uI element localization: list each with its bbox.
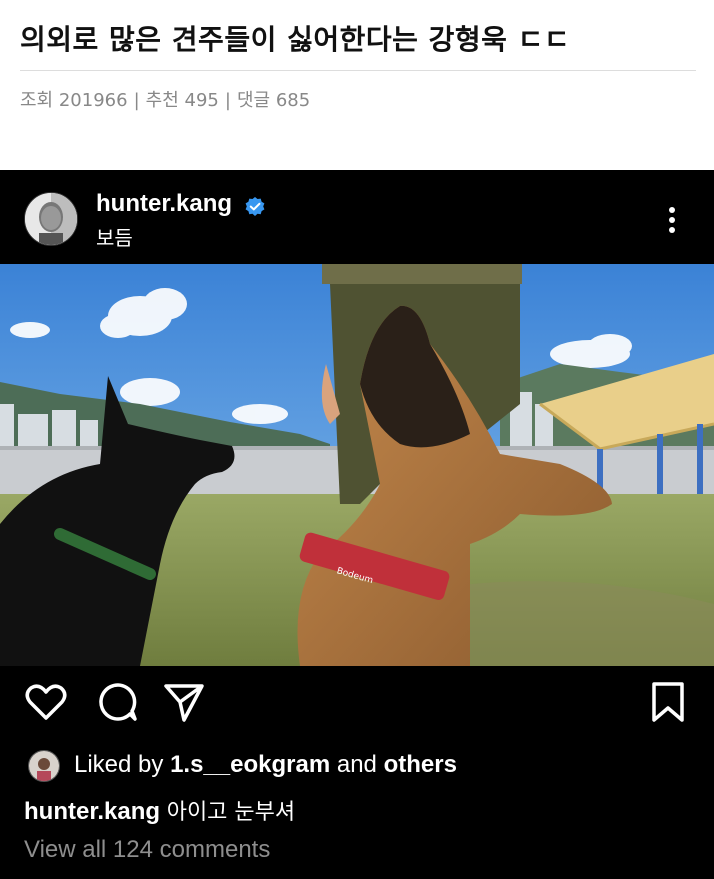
- article-title: 의외로 많은 견주들이 싫어한다는 강형욱 ㄷㄷ: [20, 23, 571, 56]
- comments-count: 685: [275, 90, 311, 111]
- article-meta: 조회 201966 | 추천 495 | 댓글 685: [20, 86, 310, 112]
- more-vertical-icon[interactable]: [660, 204, 684, 236]
- bookmark-icon[interactable]: [646, 680, 690, 724]
- liked-by-prefix: Liked by: [74, 751, 164, 778]
- views-count: 201966: [58, 90, 128, 111]
- liked-by-others[interactable]: others: [384, 751, 457, 778]
- recommend-label: 추천: [145, 90, 179, 111]
- meta-separator: |: [224, 90, 231, 111]
- liked-by-user[interactable]: 1.s__eokgram: [170, 751, 330, 778]
- recommend-count: 495: [184, 90, 219, 111]
- title-divider: [20, 70, 696, 71]
- verified-badge-icon: [244, 196, 266, 218]
- profile-avatar[interactable]: [24, 192, 78, 246]
- post-caption: hunter.kang 아이고 눈부셔: [24, 794, 295, 826]
- post-header: hunter.kang 보듬: [0, 170, 714, 264]
- instagram-post: hunter.kang 보듬 Bodeum Liked by 1.s__eokg…: [0, 170, 714, 879]
- send-icon[interactable]: [162, 680, 206, 724]
- post-location[interactable]: 보듬: [96, 222, 133, 251]
- post-photo[interactable]: Bodeum: [0, 264, 714, 666]
- liker-avatar[interactable]: [28, 750, 60, 782]
- view-comments-link[interactable]: View all 124 comments: [24, 836, 270, 864]
- meta-separator: |: [133, 90, 140, 111]
- comments-label: 댓글: [236, 90, 271, 111]
- post-username[interactable]: hunter.kang: [96, 190, 232, 218]
- comment-icon[interactable]: [96, 680, 140, 724]
- post-actions: [0, 680, 714, 730]
- liked-by-text: Liked by 1.s__eokgram and others: [74, 751, 457, 779]
- likes-row: Liked by 1.s__eokgram and others: [28, 748, 708, 784]
- views-label: 조회: [20, 90, 54, 111]
- caption-text: 아이고 눈부셔: [166, 800, 296, 825]
- heart-icon[interactable]: [24, 680, 68, 724]
- caption-username[interactable]: hunter.kang: [24, 798, 160, 825]
- liked-by-and: and: [336, 751, 377, 778]
